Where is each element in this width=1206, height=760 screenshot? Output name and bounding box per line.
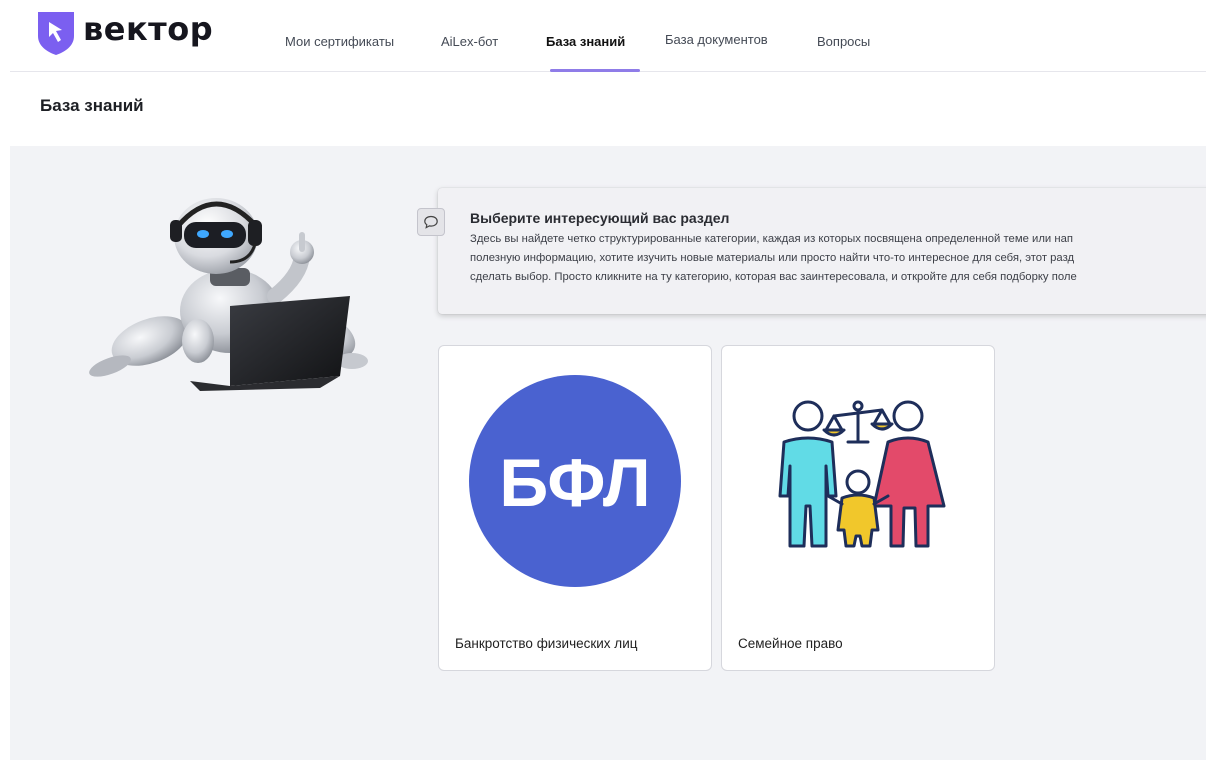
page-title: База знаний [40,96,144,115]
info-card: Выберите интересующий вас раздел Здесь в… [417,188,1206,314]
top-header: вектор Мои сертификаты AiLex-бот База зн… [10,0,1206,72]
info-line: сделать выбор. Просто кликните на ту кат… [470,271,1077,283]
brand-name: вектор [83,10,214,48]
info-description: Здесь вы найдете четко структурированные… [470,230,1206,287]
bfl-logo-text: БФЛ [499,445,650,521]
card-label: Банкротство физических лиц [455,636,638,651]
card-label: Семейное право [738,636,843,651]
info-title: Выберите интересующий вас раздел [470,210,730,226]
nav-item-ailex-bot[interactable]: AiLex-бот [441,34,498,49]
active-tab-indicator [550,69,640,72]
family-law-icon [778,400,946,548]
info-line: полезную информацию, хотите изучить новы… [470,252,1075,264]
main-content: Выберите интересующий вас раздел Здесь в… [10,146,1206,760]
category-card-bankruptcy[interactable]: БФЛ Банкротство физических лиц [438,345,712,671]
vector-logo-icon [38,12,74,55]
brand-logo[interactable]: вектор [35,10,214,55]
nav-item-questions[interactable]: Вопросы [817,34,870,49]
nav-item-my-certificates[interactable]: Мои сертификаты [285,34,394,49]
info-line: Здесь вы найдете четко структурированные… [470,233,1074,245]
bfl-logo-icon: БФЛ [469,375,681,587]
robot-illustration-icon [89,198,368,391]
nav-item-document-base[interactable]: База документов [665,32,768,47]
nav-item-knowledge-base[interactable]: База знаний [546,34,625,49]
category-card-family-law[interactable]: Семейное право [721,345,995,671]
chat-bubble-icon [417,208,445,236]
